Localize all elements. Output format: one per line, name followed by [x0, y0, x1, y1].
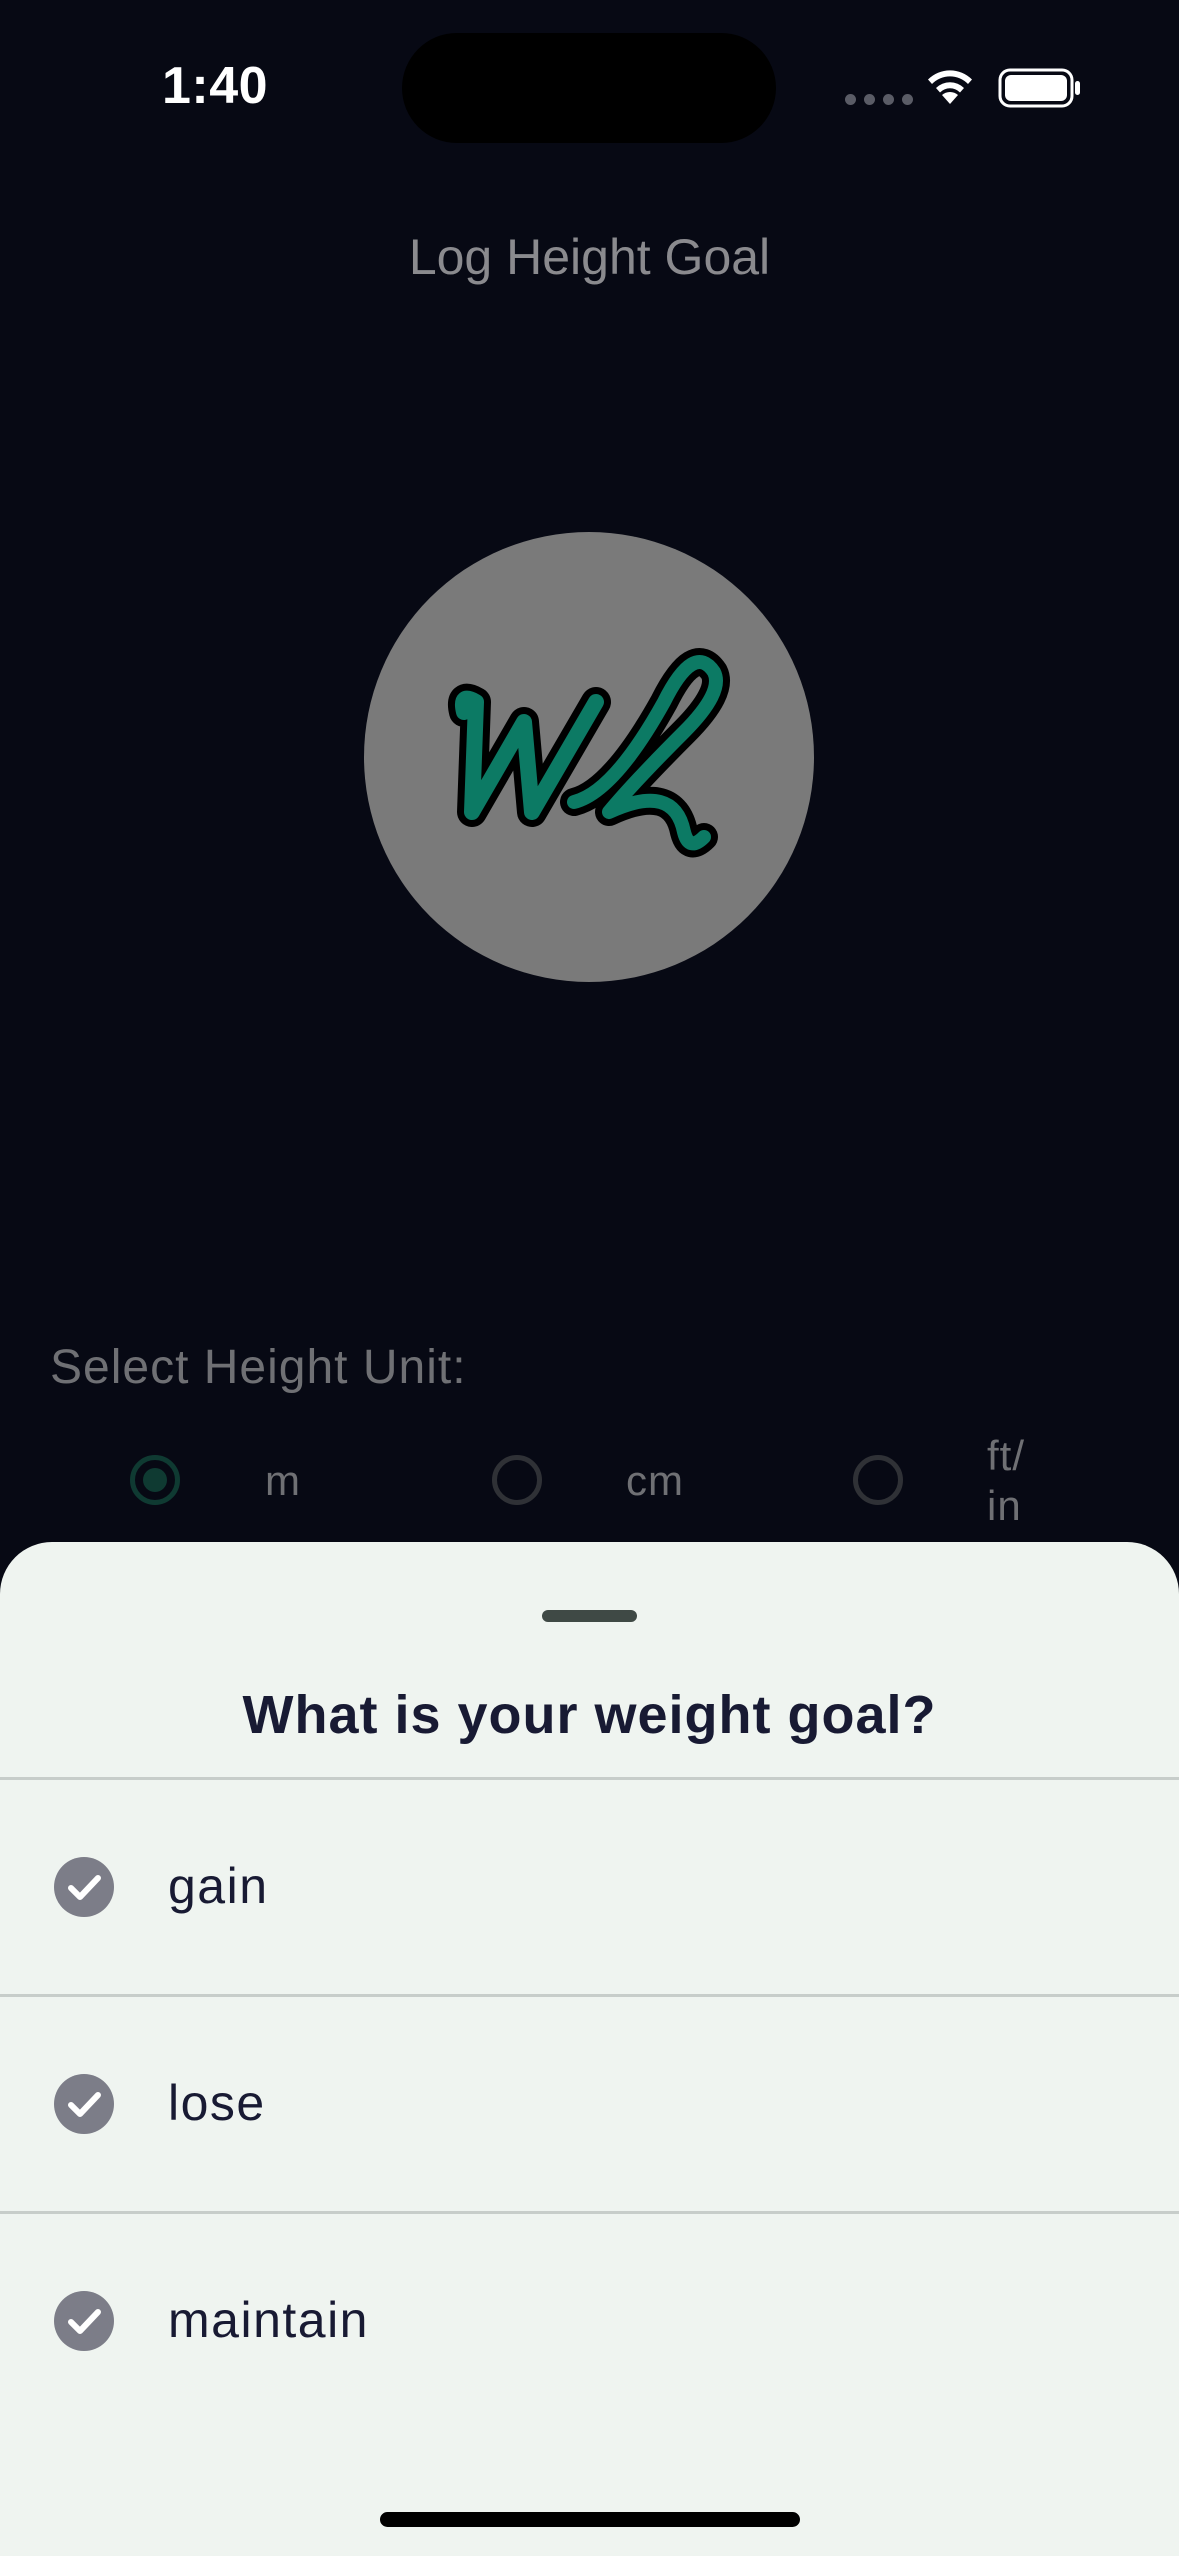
radio-label-ft-in[interactable]: ft/ in	[987, 1431, 1025, 1531]
option-lose[interactable]: lose	[0, 1997, 1179, 2209]
radio-label-cm[interactable]: cm	[626, 1456, 684, 1506]
height-unit-label: Select Height Unit:	[50, 1341, 467, 1394]
radio-m[interactable]	[130, 1455, 180, 1505]
radio-ft-in[interactable]	[853, 1455, 903, 1505]
cellular-signal-icon	[845, 94, 913, 105]
option-label: gain	[168, 1858, 269, 1914]
check-circle-icon	[54, 2291, 114, 2351]
home-indicator[interactable]	[380, 2512, 800, 2527]
option-maintain[interactable]: maintain	[0, 2214, 1179, 2426]
app-logo	[364, 532, 814, 982]
wl-logo-icon	[447, 648, 730, 858]
check-circle-icon	[54, 2074, 114, 2134]
page-title: Log Height Goal	[408, 229, 771, 285]
sheet-title: What is your weight goal?	[242, 1685, 937, 1745]
option-gain[interactable]: gain	[0, 1780, 1179, 1992]
battery-icon	[998, 68, 1080, 108]
sheet-grabber[interactable]	[542, 1610, 637, 1622]
check-circle-icon	[54, 1857, 114, 1917]
status-time: 1:40	[162, 57, 269, 115]
radio-label-m[interactable]: m	[265, 1456, 301, 1506]
radio-cm[interactable]	[492, 1455, 542, 1505]
option-label: maintain	[168, 2292, 369, 2348]
screen: 1:40 Log Height Goal Select Height Unit:…	[0, 0, 1179, 2556]
weight-goal-sheet: What is your weight goal? gain lose main	[0, 1542, 1179, 2556]
option-label: lose	[168, 2075, 266, 2131]
wifi-icon	[928, 70, 972, 104]
dynamic-island	[402, 33, 776, 143]
